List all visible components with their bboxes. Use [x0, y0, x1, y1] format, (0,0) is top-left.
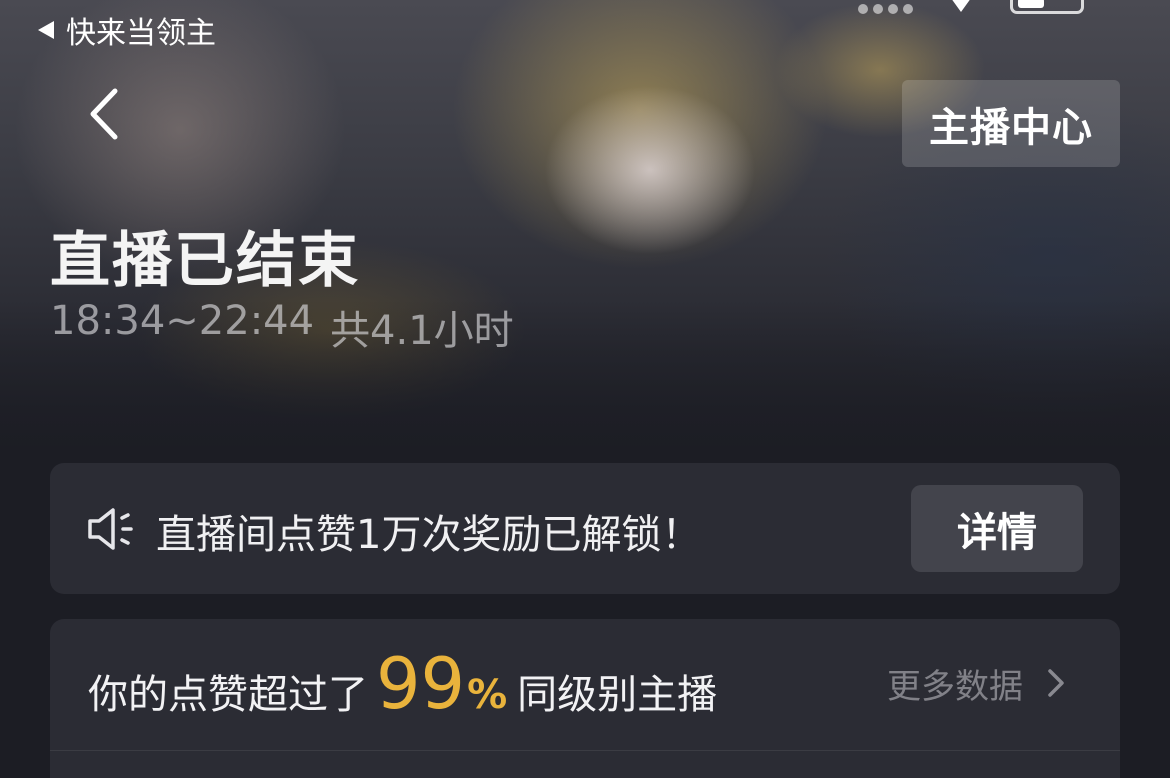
- ranking-prefix: 你的点赞超过了: [88, 672, 368, 718]
- speaker-icon: [88, 508, 133, 550]
- return-app-label: 快来当领主: [66, 16, 216, 51]
- more-data-label: 更多数据: [887, 666, 1023, 707]
- chevron-right-icon: [1048, 669, 1064, 697]
- ranking-percent-value: 99: [376, 643, 466, 725]
- page-title: 直播已结束: [50, 226, 360, 296]
- anchor-center-button[interactable]: 主播中心: [902, 80, 1120, 167]
- stats-divider: [50, 750, 1120, 751]
- reward-notice-text: 直播间点赞1万次奖励已解锁！: [156, 512, 702, 558]
- back-button[interactable]: [74, 84, 134, 144]
- like-ranking-text: 你的点赞超过了 99 % 同级别主播: [88, 634, 717, 734]
- time-range: 18:34~22:44: [50, 298, 315, 344]
- more-data-link[interactable]: 更多数据: [887, 660, 1065, 707]
- back-triangle-icon: [38, 21, 54, 39]
- return-to-app-link[interactable]: 快来当领主: [38, 10, 216, 51]
- ranking-suffix: 同级别主播: [517, 672, 718, 718]
- live-time-info: 18:34~22:44 共4.1小时: [50, 298, 514, 356]
- details-button[interactable]: 详情: [911, 485, 1083, 572]
- ranking-percent-sign: %: [467, 672, 508, 718]
- signal-icon: [858, 4, 913, 14]
- battery-icon: [1010, 0, 1084, 14]
- chevron-left-icon: [90, 88, 118, 140]
- duration: 共4.1小时: [330, 308, 514, 354]
